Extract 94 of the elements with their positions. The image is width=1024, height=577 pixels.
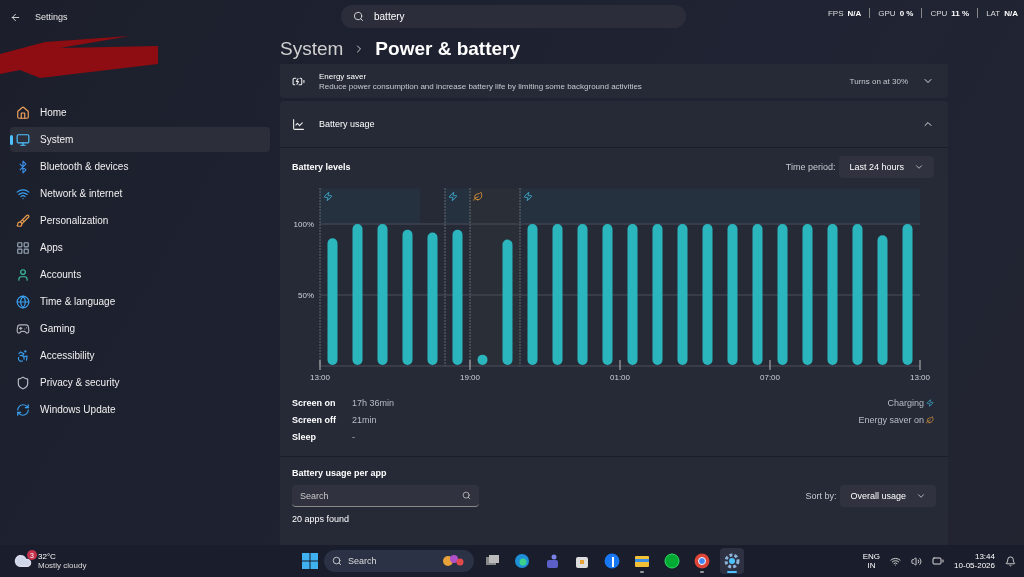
- ball-icon: [693, 552, 711, 570]
- stat-label: Sleep: [292, 432, 317, 442]
- app-search-field[interactable]: Search: [292, 485, 479, 507]
- battery-bar: [477, 354, 488, 365]
- cloud-icon: [14, 552, 32, 570]
- energy-saver-card[interactable]: Energy saver Reduce power consumption and increase battery life by limiting some background activities Turns on at 30%: [280, 64, 948, 98]
- page-title: Power & battery: [375, 38, 520, 60]
- refresh-icon: [16, 402, 30, 417]
- stat-name: LAT: [986, 8, 1001, 18]
- windows-logo-icon[interactable]: [302, 553, 318, 569]
- taskbar-search-field[interactable]: Search: [324, 550, 474, 572]
- sidebar-item[interactable]: Accessibility: [10, 343, 270, 368]
- wifi-icon[interactable]: [890, 555, 902, 567]
- lightning-icon: [323, 191, 333, 202]
- taskbar-button[interactable]: [720, 548, 744, 574]
- person-icon: [16, 267, 30, 282]
- section-title: Battery usage per app: [292, 468, 388, 478]
- globe-icon: [16, 294, 30, 309]
- sidebar-item[interactable]: System: [10, 127, 270, 152]
- wifi-icon: [16, 186, 30, 201]
- grid-icon: [16, 240, 30, 255]
- sidebar-item[interactable]: Bluetooth & devices: [10, 154, 270, 179]
- weather-condition: Mostly cloudy: [38, 561, 87, 570]
- stat-reading: 11 %: [951, 8, 970, 18]
- axis-label: 100%: [293, 220, 314, 229]
- sidebar-item[interactable]: Gaming: [10, 316, 270, 341]
- stat-label: Screen off: [292, 415, 337, 425]
- axis-label: 19:00: [460, 373, 480, 382]
- chevron-down-icon: [914, 162, 924, 172]
- gear-icon: [723, 552, 741, 570]
- axis-label: 07:00: [760, 373, 780, 382]
- leaf-icon: [473, 191, 483, 201]
- leaf-icon: [926, 416, 934, 424]
- shield-icon: [16, 375, 30, 390]
- clock-time[interactable]: 13:44: [974, 552, 995, 561]
- sort-dropdown[interactable]: Overall usage: [840, 485, 936, 507]
- back-button[interactable]: [10, 11, 21, 23]
- stat-value: -: [352, 432, 356, 442]
- language-code[interactable]: ENG: [862, 552, 881, 561]
- weather-temperature: 32°C: [38, 552, 57, 561]
- window-title: Settings: [35, 12, 68, 22]
- brush-icon: [16, 213, 30, 228]
- sidebar-item[interactable]: Windows Update: [10, 397, 270, 422]
- section-title: Battery levels: [292, 162, 351, 172]
- search-icon: [462, 491, 471, 500]
- energy-saver-status: Turns on at 30%: [849, 76, 908, 86]
- time-period-label: Time period:: [785, 162, 836, 172]
- apps-count: 20 apps found: [292, 514, 351, 524]
- chevron-down-icon: [916, 491, 926, 501]
- energy-saver-title: Energy saver: [319, 71, 368, 81]
- sidebar-item[interactable]: Apps: [10, 235, 270, 260]
- clock-date[interactable]: 10-05-2026: [954, 561, 995, 570]
- axis-label: 01:00: [610, 373, 630, 382]
- sidebar-item[interactable]: Accounts: [10, 262, 270, 287]
- energy-saver-description: Reduce power consumption and increase battery life by limiting some background activities: [319, 81, 643, 91]
- axis-label: 13:00: [310, 373, 330, 382]
- gamepad-icon: [16, 321, 30, 336]
- monitor-icon: [16, 132, 30, 147]
- stat-name: FPS: [827, 8, 844, 18]
- accessibility-icon: [16, 348, 30, 363]
- sidebar-item[interactable]: Personalization: [10, 208, 270, 233]
- lightning-icon: [448, 191, 458, 202]
- stat-name: CPU: [930, 8, 948, 18]
- battery-usage-header[interactable]: Battery usage: [280, 101, 948, 148]
- settings-search-field[interactable]: battery: [341, 5, 686, 28]
- lightning-icon: [926, 399, 934, 407]
- search-icon: [353, 11, 364, 22]
- stat-name: GPU: [878, 8, 896, 18]
- stat-value: 17h 36min: [352, 398, 395, 408]
- stat-reading: N/A: [847, 8, 862, 18]
- stat-reading: N/A: [1004, 8, 1018, 18]
- breadcrumb-link[interactable]: System: [280, 38, 344, 60]
- search-icon: [332, 556, 342, 566]
- legend-label: Charging: [887, 398, 924, 408]
- flowers-icon: [442, 554, 466, 568]
- sidebar-item[interactable]: Privacy & security: [10, 370, 270, 395]
- sidebar-item[interactable]: Time & language: [10, 289, 270, 314]
- axis-label: 13:00: [910, 373, 930, 382]
- home-icon: [16, 105, 30, 120]
- bell-icon[interactable]: [1005, 555, 1016, 567]
- axis-label: 50%: [298, 291, 314, 300]
- lightning-icon: [523, 191, 533, 202]
- region-code[interactable]: IN: [867, 561, 876, 570]
- line-chart-icon: [292, 117, 305, 131]
- sidebar-item[interactable]: Home: [10, 100, 270, 125]
- stat-label: Screen on: [292, 398, 337, 408]
- sort-label: Sort by:: [805, 491, 837, 501]
- volume-icon[interactable]: [911, 555, 923, 567]
- sidebar-item[interactable]: Network & internet: [10, 181, 270, 206]
- time-period-dropdown[interactable]: Last 24 hours: [839, 156, 934, 178]
- stat-value: 21min: [352, 415, 378, 425]
- stat-reading: 0 %: [899, 8, 914, 18]
- legend-label: Energy saver on: [858, 415, 924, 425]
- battery-icon[interactable]: [932, 555, 945, 567]
